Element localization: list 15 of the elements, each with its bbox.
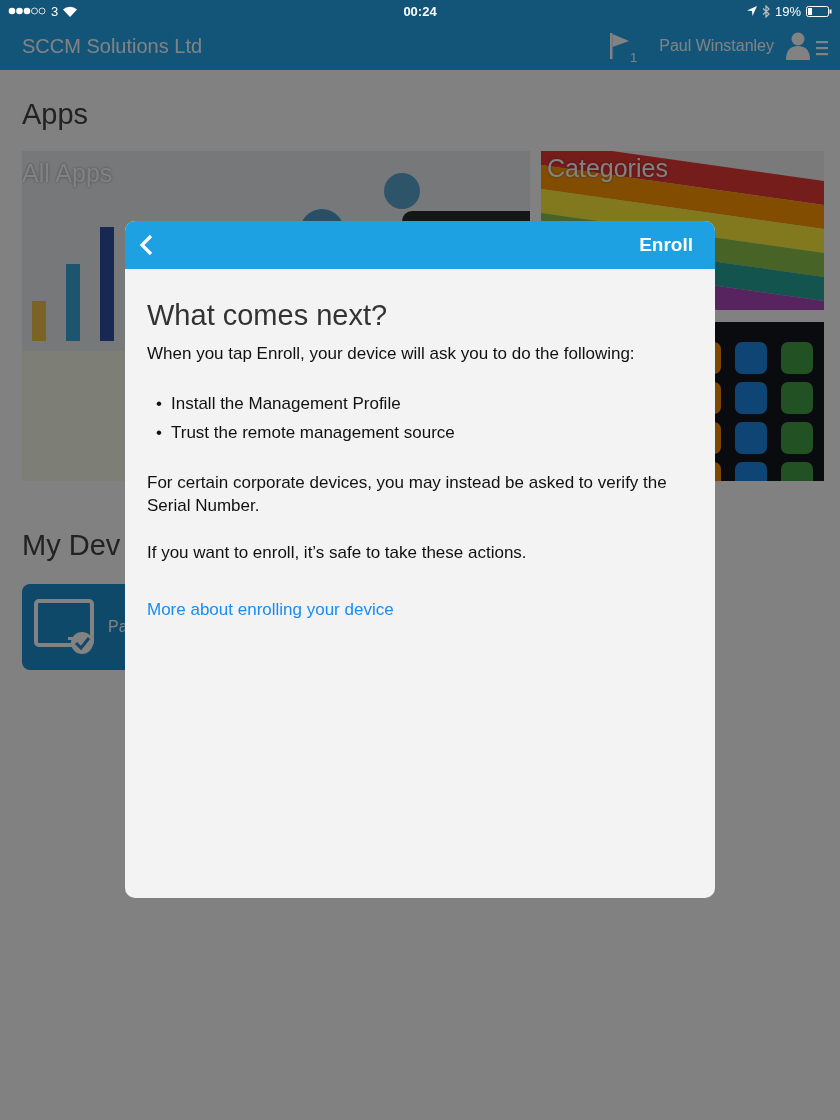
step-item: Trust the remote management source: [171, 422, 455, 444]
company-name: SCCM Solutions Ltd: [22, 34, 203, 58]
clock-time: 00:24: [403, 3, 437, 19]
user-name: Paul Winstanley: [659, 37, 774, 55]
reassurance-text: If you want to enroll, it’s safe to take these actions.: [147, 542, 528, 564]
note-text: For certain corporate devices, you may instead be asked to verify the Serial Number.: [147, 472, 668, 517]
battery-percent: 19%: [774, 3, 801, 19]
carrier-label: 3: [51, 3, 59, 19]
section-heading: Apps: [22, 98, 89, 131]
bullet: •: [155, 393, 163, 415]
bullet: •: [155, 422, 163, 444]
dialog-title: What comes next?: [147, 299, 389, 332]
step-item: Install the Management Profile: [171, 393, 401, 415]
intro-text: When you tap Enroll, your device will ask you to do the following:: [147, 343, 636, 365]
section-heading: My Dev: [22, 529, 121, 562]
